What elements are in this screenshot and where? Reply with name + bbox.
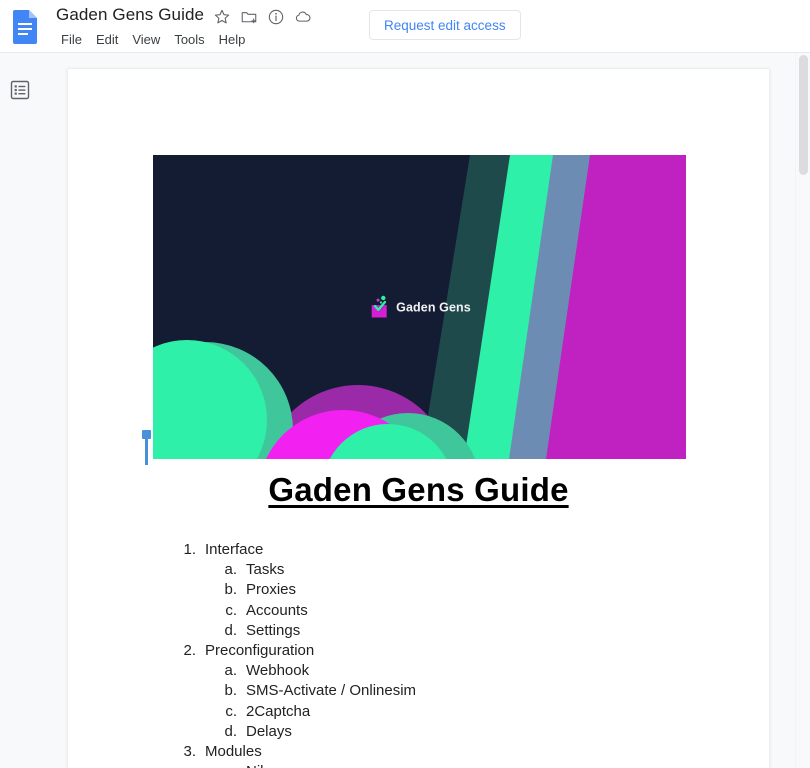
list-item-marker: b. (224, 682, 237, 700)
list-item-marker: 1. (183, 541, 196, 558)
list-item-marker: c. (225, 601, 237, 619)
menu-bar: File Edit View Tools Help (56, 31, 250, 48)
list-item-label: 2Captcha (246, 702, 311, 720)
request-edit-access-button[interactable]: Request edit access (369, 10, 521, 40)
list-item-marker: 2. (183, 641, 196, 659)
list-item: b. SMS-Activate / Onlinesim (172, 682, 692, 702)
list-item: c. 2Captcha (172, 703, 692, 723)
list-item: 3. Modules (172, 743, 692, 763)
google-docs-icon[interactable] (11, 10, 41, 44)
list-item-marker: c. (225, 702, 237, 720)
menu-item-help[interactable]: Help (214, 31, 251, 48)
list-item-marker: d. (224, 722, 237, 740)
menu-item-file[interactable]: File (56, 31, 87, 48)
banner-artwork (153, 155, 686, 459)
list-item-marker: a. (224, 662, 237, 680)
list-item: 2. Preconfiguration (172, 642, 692, 662)
list-item-label: SMS-Activate / Onlinesim (246, 682, 417, 700)
document-info-icon[interactable] (267, 8, 285, 26)
list-item-label: Tasks (246, 561, 285, 579)
list-item-marker: a. (224, 561, 237, 579)
menu-item-tools[interactable]: Tools (169, 31, 209, 48)
list-item-label: Webhook (246, 662, 310, 680)
cloud-saved-icon[interactable] (294, 8, 312, 26)
document-canvas[interactable]: Gaden Gens Gaden Gens Guide 1. Interface a… (40, 53, 795, 768)
list-item: d. Delays (172, 723, 692, 743)
outline-list: 1. Interface a. Tasks b. Proxies c. Accounts d. S… (172, 541, 692, 768)
document-outline-icon[interactable] (9, 79, 31, 101)
list-item-label: Accounts (246, 601, 308, 619)
left-rail (0, 53, 40, 768)
list-item: 1. Interface (172, 541, 692, 561)
list-item-marker: a. (213, 763, 237, 768)
list-item-label: Settings (246, 621, 301, 639)
list-item-marker: b. (224, 581, 237, 599)
list-item-label: Proxies (246, 581, 297, 599)
document-title[interactable]: Gaden Gens Guide (56, 5, 204, 25)
list-item-label: Delays (246, 722, 292, 740)
banner-image[interactable]: Gaden Gens (142, 155, 686, 465)
move-to-folder-icon[interactable] (240, 8, 258, 26)
scrollbar-thumb[interactable] (799, 55, 808, 175)
star-icon[interactable] (213, 8, 231, 26)
vertical-scrollbar[interactable] (795, 53, 810, 768)
menu-item-edit[interactable]: Edit (91, 31, 123, 48)
page-title-text: Gaden Gens Guide (268, 471, 569, 508)
app-bar: Gaden Gens Guide File Edit View Tools He… (0, 0, 810, 53)
title-actions (213, 8, 312, 26)
list-item-label: Interface (205, 541, 264, 558)
list-item-label: Modules (205, 742, 262, 760)
list-item-label: Preconfiguration (205, 641, 315, 659)
document-page[interactable]: Gaden Gens Gaden Gens Guide 1. Interface a… (67, 68, 770, 768)
list-item: a.Nike (172, 763, 692, 768)
list-item-label: Nike (237, 763, 276, 768)
list-item-marker: 3. (183, 742, 196, 760)
list-item-marker: d. (224, 621, 237, 639)
menu-item-view[interactable]: View (127, 31, 165, 48)
list-item: c. Accounts (172, 602, 692, 622)
list-item: b. Proxies (172, 581, 692, 601)
list-item: a. Tasks (172, 561, 692, 581)
list-item: a. Webhook (172, 662, 692, 682)
text-caret (142, 430, 151, 465)
page-title: Gaden Gens Guide (68, 471, 769, 509)
list-item: d. Settings (172, 622, 692, 642)
